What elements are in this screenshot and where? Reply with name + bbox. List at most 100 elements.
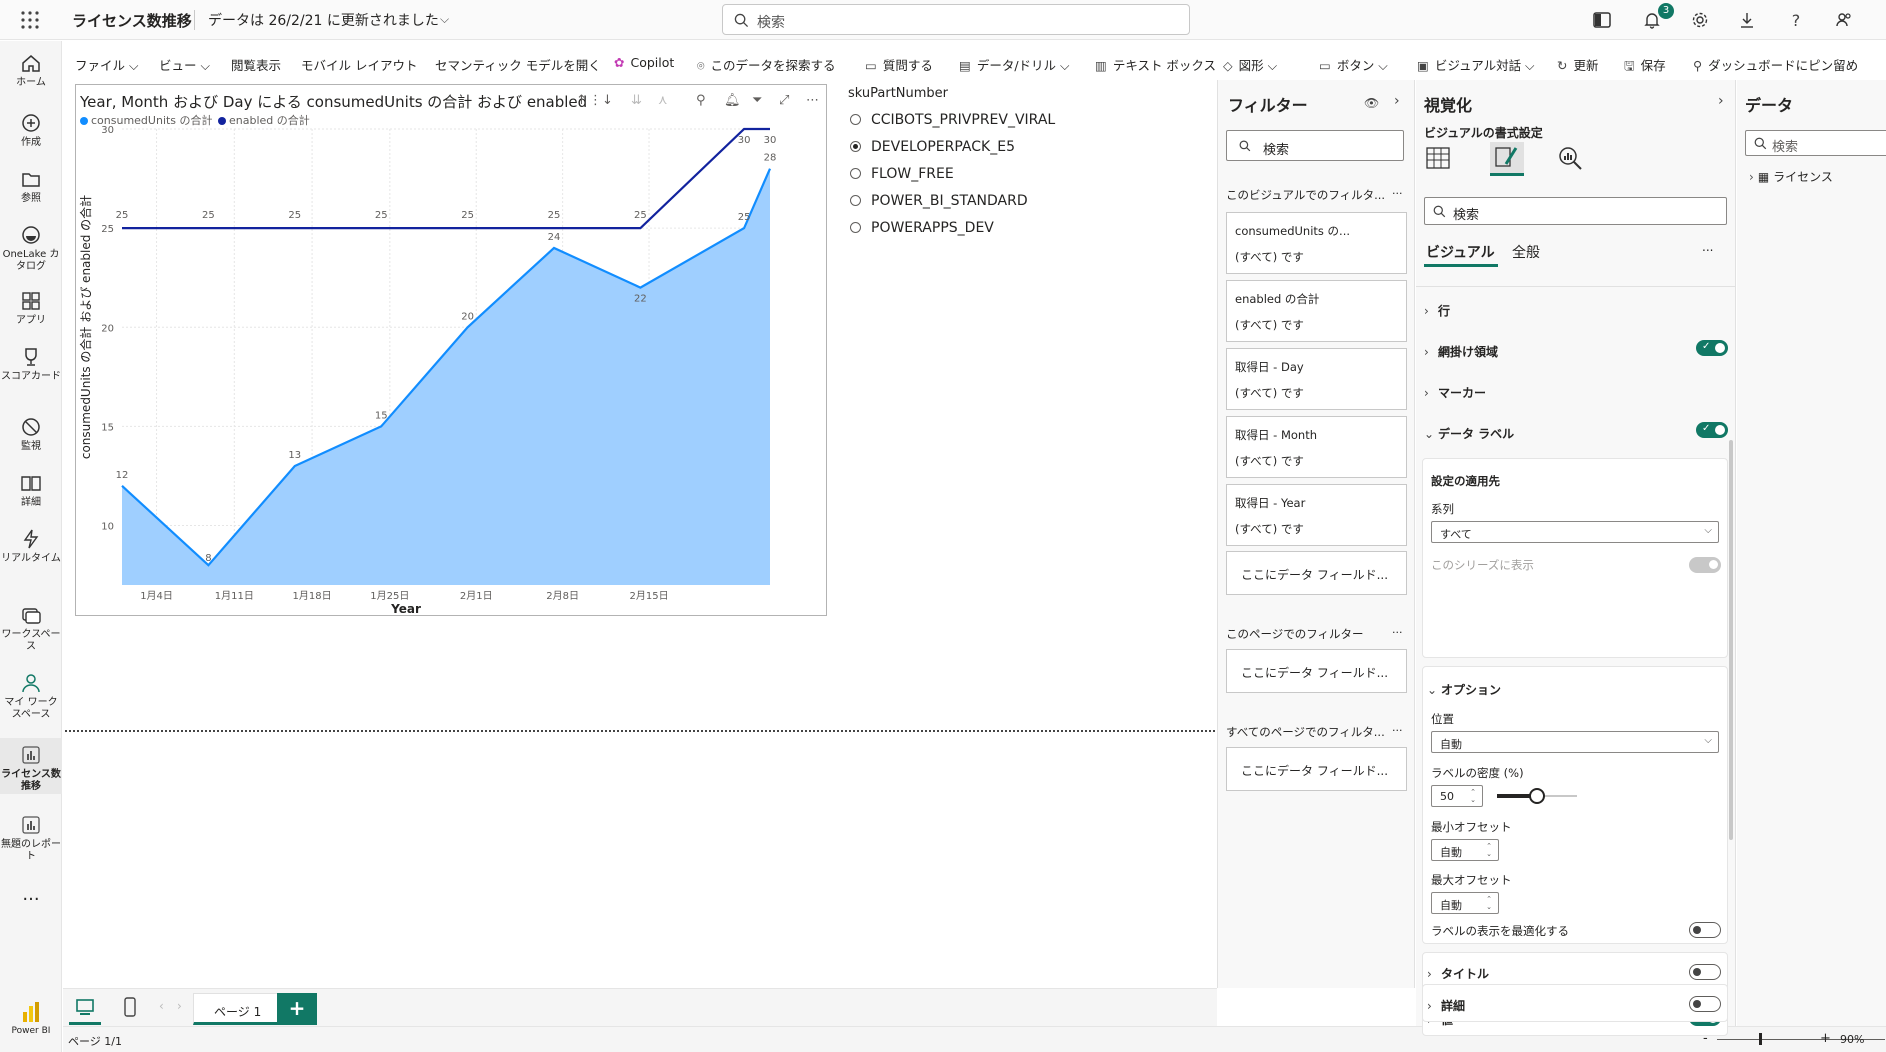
download-icon[interactable]: [1735, 8, 1759, 32]
more-options-icon[interactable]: ...: [1392, 623, 1403, 636]
gear-icon[interactable]: [1688, 8, 1712, 32]
section-rows[interactable]: › 行: [1424, 302, 1730, 319]
filter-card[interactable]: enabled の合計 (すべて) です: [1226, 280, 1407, 342]
pin-visual-icon[interactable]: ⚲: [696, 93, 706, 108]
textbox-button[interactable]: ▥ テキスト ボックス: [1095, 55, 1216, 74]
filter-card[interactable]: 取得日 - Month (すべて) です: [1226, 416, 1407, 478]
collapse-pane-icon[interactable]: ›: [1394, 93, 1400, 109]
nav-item-workspaces[interactable]: ワークスペース: [0, 604, 62, 653]
ask-question-button[interactable]: ▭ 質問する: [865, 55, 933, 74]
radio-button[interactable]: [850, 114, 861, 125]
nav-item-create[interactable]: 作成: [0, 112, 62, 149]
format-search-input[interactable]: 検索: [1424, 197, 1727, 225]
data-drill-menu[interactable]: ▤ データ/ドリル ⌵: [959, 55, 1069, 74]
page-filter-drop-zone[interactable]: ここにデータ フィールド...: [1226, 649, 1407, 693]
nav-item-browse[interactable]: 参照: [0, 168, 62, 205]
refresh-button[interactable]: ↻ 更新: [1557, 55, 1599, 74]
slicer-item[interactable]: POWER_BI_STANDARD: [850, 193, 1028, 209]
shapes-menu[interactable]: ◇ 図形 ⌵: [1223, 55, 1277, 74]
position-dropdown[interactable]: 自動 ⌵: [1431, 731, 1719, 753]
more-options-icon[interactable]: ...: [1702, 240, 1713, 254]
open-semantic-model-button[interactable]: セマンティック モデルを開く: [435, 55, 601, 74]
zoom-in-button[interactable]: +: [1820, 1031, 1831, 1046]
min-offset-input[interactable]: 自動 ⌃ ⌄: [1431, 839, 1499, 861]
add-page-button[interactable]: +: [277, 993, 317, 1025]
chevron-down-icon[interactable]: ⌵: [440, 12, 449, 27]
data-labels-toggle[interactable]: ✓: [1696, 422, 1728, 438]
focus-mode-icon[interactable]: ⤢: [779, 93, 789, 108]
tab-general[interactable]: 全般: [1512, 242, 1540, 262]
file-menu[interactable]: ファイル ⌵: [75, 55, 138, 74]
filter-card[interactable]: consumedUnits の... (すべて) です: [1226, 212, 1407, 274]
expand-down-icon[interactable]: ⇊: [631, 93, 642, 108]
table-item-license[interactable]: › ▦ ライセンス: [1749, 168, 1833, 185]
build-visual-tab-icon[interactable]: [1424, 144, 1454, 174]
desktop-layout-icon[interactable]: [75, 997, 95, 1017]
save-button[interactable]: 🖫 保存: [1624, 55, 1666, 78]
radio-button[interactable]: [850, 141, 861, 152]
pin-dashboard-button[interactable]: ⚲ ダッシュボードにピン留め: [1693, 55, 1858, 74]
nav-item-report[interactable]: ライセンス数推移: [0, 744, 62, 793]
filter-card[interactable]: 取得日 - Year (すべて) です: [1226, 484, 1407, 546]
view-menu[interactable]: ビュー ⌵: [159, 55, 210, 74]
more-options-icon[interactable]: ...: [1392, 721, 1403, 734]
alert-bell-icon[interactable]: 🔔︎: [724, 93, 741, 108]
filter-card[interactable]: 取得日 - Day (すべて) です: [1226, 348, 1407, 410]
panel-toggle-icon[interactable]: [1590, 8, 1614, 32]
report-title[interactable]: ライセンス数推移: [72, 10, 192, 31]
section-data-labels[interactable]: ⌄ データ ラベル: [1424, 425, 1730, 442]
section-details[interactable]: › 詳細: [1427, 997, 1627, 1014]
share-people-icon[interactable]: [1832, 8, 1856, 32]
tab-visual[interactable]: ビジュアル: [1426, 242, 1495, 262]
radio-button[interactable]: [850, 195, 861, 206]
visual-interactions-button[interactable]: ▣ ビジュアル対話 ⌵: [1417, 55, 1535, 74]
prev-page-arrow[interactable]: ‹: [159, 999, 164, 1013]
area-chart-visual[interactable]: Year, Month および Day による consumedUnits の合…: [75, 84, 827, 616]
refresh-status[interactable]: データは 26/2/21 に更新されました: [208, 10, 439, 30]
nav-item-learn[interactable]: 詳細: [0, 472, 62, 509]
slicer-item[interactable]: FLOW_FREE: [850, 166, 954, 182]
optimize-labels-toggle[interactable]: [1689, 922, 1721, 938]
nav-item-trophy[interactable]: スコアカード: [0, 346, 62, 383]
section-title[interactable]: › タイトル: [1427, 965, 1627, 982]
nav-more-button[interactable]: ...: [0, 884, 62, 905]
max-offset-input[interactable]: 自動 ⌃ ⌄: [1431, 892, 1499, 914]
phone-layout-icon[interactable]: [123, 997, 137, 1017]
radio-button[interactable]: [850, 168, 861, 179]
help-icon[interactable]: ?: [1784, 8, 1808, 32]
visual-filter-drop-zone[interactable]: ここにデータ フィールド...: [1226, 551, 1407, 595]
density-input[interactable]: 50 ⌃ ⌄: [1431, 785, 1483, 807]
slicer-item[interactable]: POWERAPPS_DEV: [850, 220, 994, 236]
eye-icon[interactable]: 👁︎: [1364, 96, 1379, 110]
slicer-item[interactable]: CCIBOTS_PRIVPREV_VIRAL: [850, 112, 1055, 128]
data-search-input[interactable]: 検索: [1745, 130, 1886, 156]
slicer-item[interactable]: DEVELOPERPACK_E5: [850, 139, 1015, 155]
drill-mode-icon[interactable]: ⋮: [589, 93, 602, 108]
all-pages-filter-drop-zone[interactable]: ここにデータ フィールド...: [1226, 747, 1407, 791]
filters-search-input[interactable]: 検索: [1226, 130, 1404, 161]
global-search-input[interactable]: 検索: [722, 4, 1190, 35]
analytics-tab-icon[interactable]: [1556, 144, 1586, 174]
density-slider-thumb[interactable]: [1529, 788, 1545, 804]
nav-item-apps[interactable]: アプリ: [0, 290, 62, 327]
filter-icon[interactable]: ⏷: [752, 93, 762, 108]
mobile-layout-button[interactable]: モバイル レイアウト: [301, 55, 417, 74]
page-tab-1[interactable]: ページ 1: [193, 993, 279, 1025]
sort-asc-icon[interactable]: ↑: [576, 93, 587, 108]
shaded-area-toggle[interactable]: ✓: [1696, 340, 1728, 356]
sort-desc-icon[interactable]: ↓: [602, 93, 613, 108]
more-options-icon[interactable]: ...: [1392, 184, 1403, 197]
section-shaded-area[interactable]: › 網掛け領域: [1424, 343, 1730, 360]
zoom-slider-thumb[interactable]: [1759, 1033, 1763, 1045]
explore-data-button[interactable]: ⌾ このデータを探索する: [697, 55, 836, 74]
copilot-button[interactable]: ✿ Copilot: [614, 55, 674, 70]
nav-item-home[interactable]: ホーム: [0, 52, 62, 89]
collapse-pane-icon[interactable]: ›: [1718, 93, 1724, 109]
app-launcher-icon[interactable]: [20, 10, 40, 30]
zoom-level[interactable]: 90%: [1840, 1033, 1864, 1046]
nav-item-my-workspace[interactable]: マイ ワークスペース: [0, 672, 62, 721]
nav-item-realtime[interactable]: リアルタイム: [0, 528, 62, 565]
buttons-menu[interactable]: ▭ ボタン ⌵: [1319, 55, 1388, 74]
format-visual-tab-icon[interactable]: [1490, 142, 1524, 176]
details-toggle[interactable]: [1689, 996, 1721, 1012]
